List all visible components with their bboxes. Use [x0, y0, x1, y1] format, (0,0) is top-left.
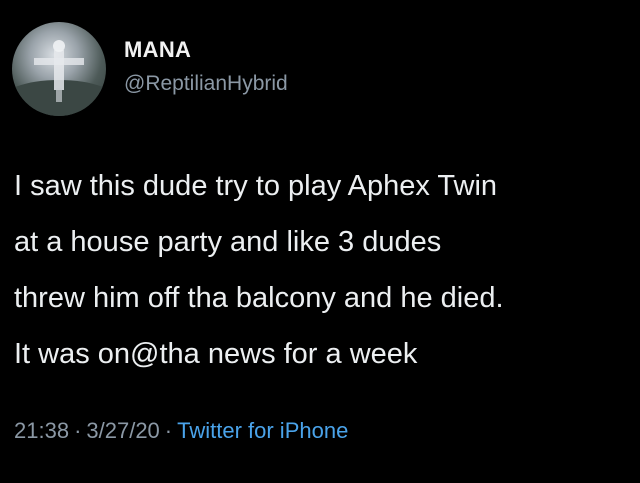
- metadata-separator: ·: [74, 418, 82, 443]
- tweet-text-line: at a house party and like 3 dudes: [14, 226, 442, 258]
- tweet-text-line: It was on@tha news for a week: [14, 338, 418, 370]
- tweet-source-link[interactable]: Twitter for iPhone: [177, 418, 348, 443]
- statue-avatar-icon[interactable]: [12, 22, 106, 116]
- metadata-separator: ·: [164, 418, 173, 443]
- tweet: MANA @ReptilianHybrid I saw this dude tr…: [0, 0, 640, 483]
- tweet-text-line: threw him off tha balcony and he died.: [14, 282, 504, 314]
- display-name[interactable]: MANA: [124, 37, 191, 63]
- tweet-text-line: I saw this dude try to play Aphex Twin: [14, 170, 498, 202]
- user-handle[interactable]: @ReptilianHybrid: [124, 72, 288, 96]
- tweet-metadata: 21:38 · 3/27/20 · Twitter for iPhone: [14, 418, 348, 444]
- tweet-time[interactable]: 21:38: [14, 418, 69, 443]
- tweet-date[interactable]: 3/27/20: [86, 418, 159, 443]
- tweet-text: I saw this dude try to play Aphex Twin a…: [14, 158, 634, 382]
